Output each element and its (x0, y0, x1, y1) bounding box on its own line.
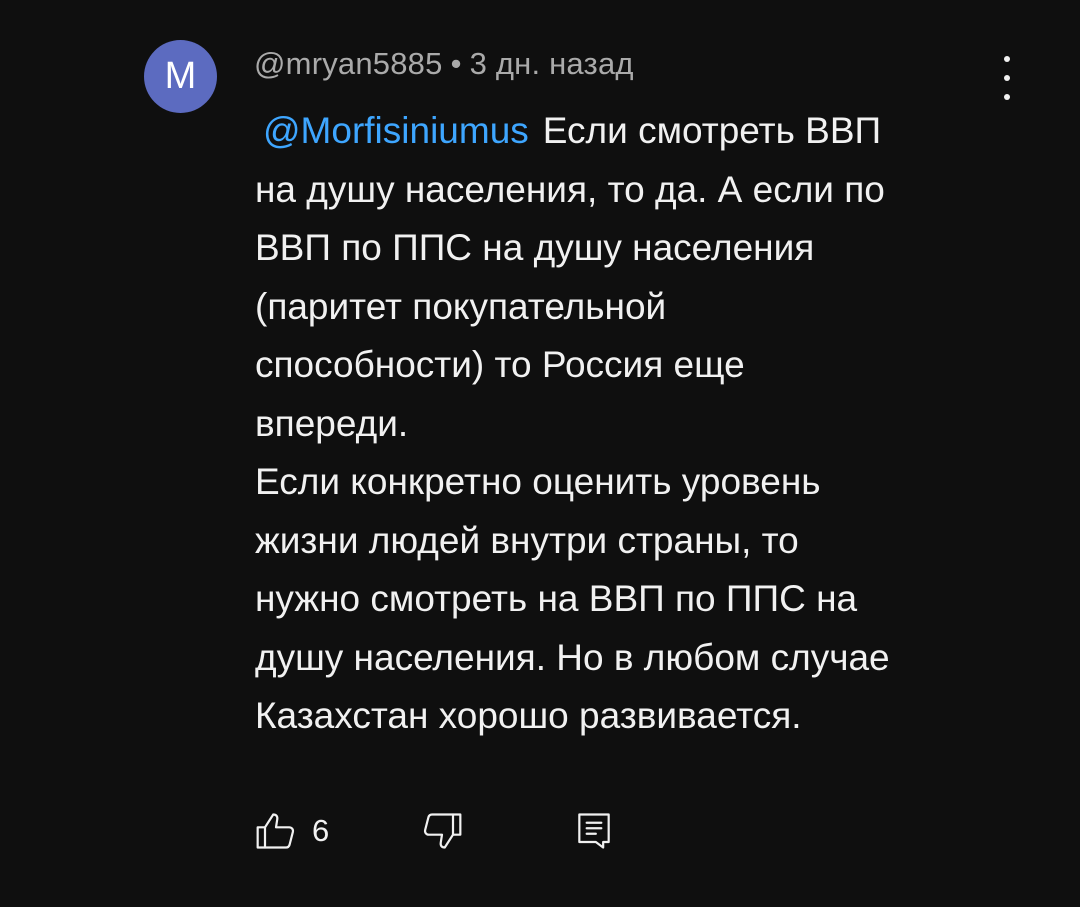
comment-line: нужно смотреть на ВВП по ППС на (255, 578, 858, 619)
reply-button[interactable] (572, 806, 616, 856)
like-button[interactable]: 6 (254, 806, 329, 856)
comment-item: M @mryan5885 • 3 дн. назад @Morfisiniumus Е… (0, 0, 1080, 907)
author-name[interactable]: @mryan5885 (254, 46, 443, 81)
comment-line-text: Если смотреть ВВП (542, 110, 882, 151)
meta-separator: • (450, 46, 462, 81)
comment-line: Казахстан хорошо развивается. (255, 695, 802, 736)
comment-line-1: @Morfisiniumus Если смотреть ВВП (255, 102, 995, 161)
avatar-letter: M (164, 55, 197, 97)
thumbs-up-icon (254, 809, 298, 853)
comment-line: на душу населения, то да. А если по (255, 168, 885, 210)
comment-line: Если конкретно оценить уровень (255, 461, 821, 502)
reply-comment-icon (572, 809, 616, 853)
thumbs-down-icon (420, 809, 464, 853)
comment-line: душу населения. Но в любом случае (255, 636, 890, 678)
mention-link[interactable]: @Morfisiniumus (263, 110, 529, 151)
like-count: 6 (312, 813, 330, 848)
comment-line: способности) то Россия еще (255, 344, 745, 385)
comment-text: @Morfisiniumus Если смотреть ВВП на душу … (255, 102, 995, 746)
comment-line: жизни людей внутри страны, то (255, 519, 799, 561)
comment-meta: @mryan5885 • 3 дн. назад (254, 46, 634, 82)
comment-line: впереди. (255, 402, 409, 444)
comment-line: ВВП по ППС на душу населения (255, 227, 815, 268)
more-vertical-icon[interactable] (990, 56, 1024, 100)
comment-line: (паритет покупательной (255, 285, 667, 327)
comment-timestamp[interactable]: 3 дн. назад (470, 46, 634, 81)
dislike-button[interactable] (420, 806, 464, 856)
avatar[interactable]: M (144, 40, 217, 113)
